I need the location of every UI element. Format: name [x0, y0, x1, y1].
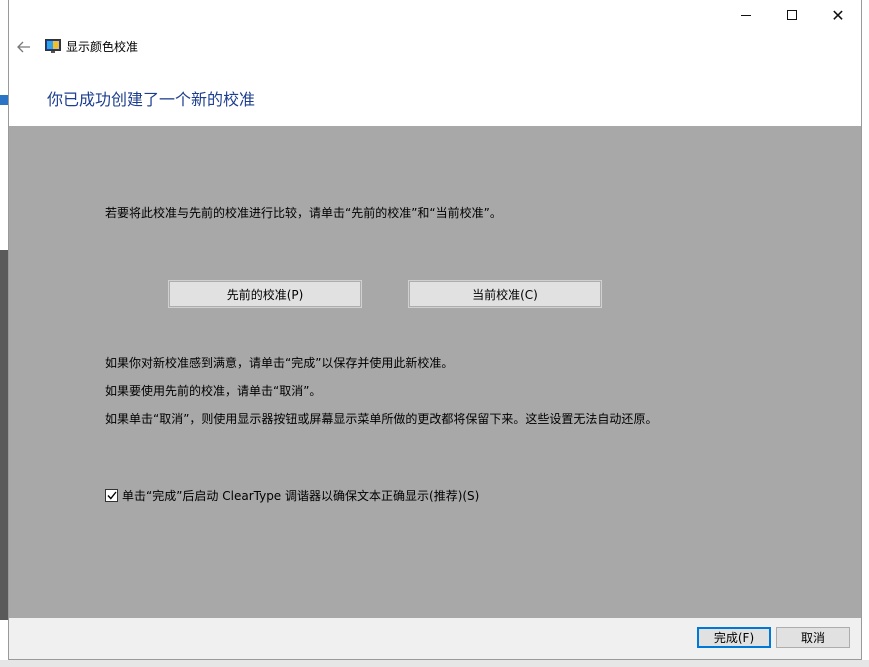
compare-instruction-text: 若要将此校准与先前的校准进行比较，请单击“先前的校准”和“当前校准”。: [105, 206, 502, 220]
cleartype-option[interactable]: 单击“完成”后启动 ClearType 调谐器以确保文本正确显示(推荐)(S): [105, 487, 479, 503]
color-calibration-window: ✕ 显示颜色校准 你已成功创建了一个新的校准 若要将此校准与先前的校准进行比较，…: [8, 0, 862, 660]
info-text-finish: 如果你对新校准感到满意，请单击“完成”以保存并使用此新校准。: [105, 356, 454, 370]
navigation-row: 显示颜色校准: [9, 32, 861, 60]
display-color-icon: [45, 39, 61, 53]
checkmark-icon: [106, 491, 117, 500]
cancel-button[interactable]: 取消: [776, 627, 850, 648]
content-area: 若要将此校准与先前的校准进行比较，请单击“先前的校准”和“当前校准”。 先前的校…: [9, 126, 861, 618]
window-title: 显示颜色校准: [66, 40, 139, 54]
minimize-icon: [741, 14, 751, 16]
title-bar[interactable]: ✕: [9, 0, 861, 32]
cleartype-checkbox[interactable]: [105, 488, 118, 502]
back-arrow-icon: [17, 41, 30, 53]
current-calibration-button[interactable]: 当前校准(C): [408, 280, 602, 308]
maximize-button[interactable]: [769, 0, 815, 30]
maximize-icon: [787, 10, 797, 20]
info-text-cancel: 如果要使用先前的校准，请单击“取消”。: [105, 384, 322, 398]
finish-button[interactable]: 完成(F): [697, 627, 771, 648]
background-dark-panel: [0, 250, 8, 620]
close-icon: ✕: [831, 5, 845, 25]
minimize-button[interactable]: [723, 0, 769, 30]
dialog-footer: 完成(F) 取消: [9, 618, 861, 659]
background-taskbar-strip: [0, 660, 869, 667]
cleartype-checkbox-label[interactable]: 单击“完成”后启动 ClearType 调谐器以确保文本正确显示(推荐)(S): [122, 487, 479, 504]
back-button[interactable]: [13, 36, 35, 58]
close-button[interactable]: ✕: [815, 0, 861, 30]
background-desktop: [0, 0, 8, 667]
info-text-cancel-note: 如果单击“取消”，则使用显示器按钮或屏幕显示菜单所做的更改都将保留下来。这些设置…: [105, 412, 658, 426]
page-heading: 你已成功创建了一个新的校准: [47, 90, 256, 109]
background-accent: [0, 95, 8, 105]
previous-calibration-button[interactable]: 先前的校准(P): [168, 280, 362, 308]
